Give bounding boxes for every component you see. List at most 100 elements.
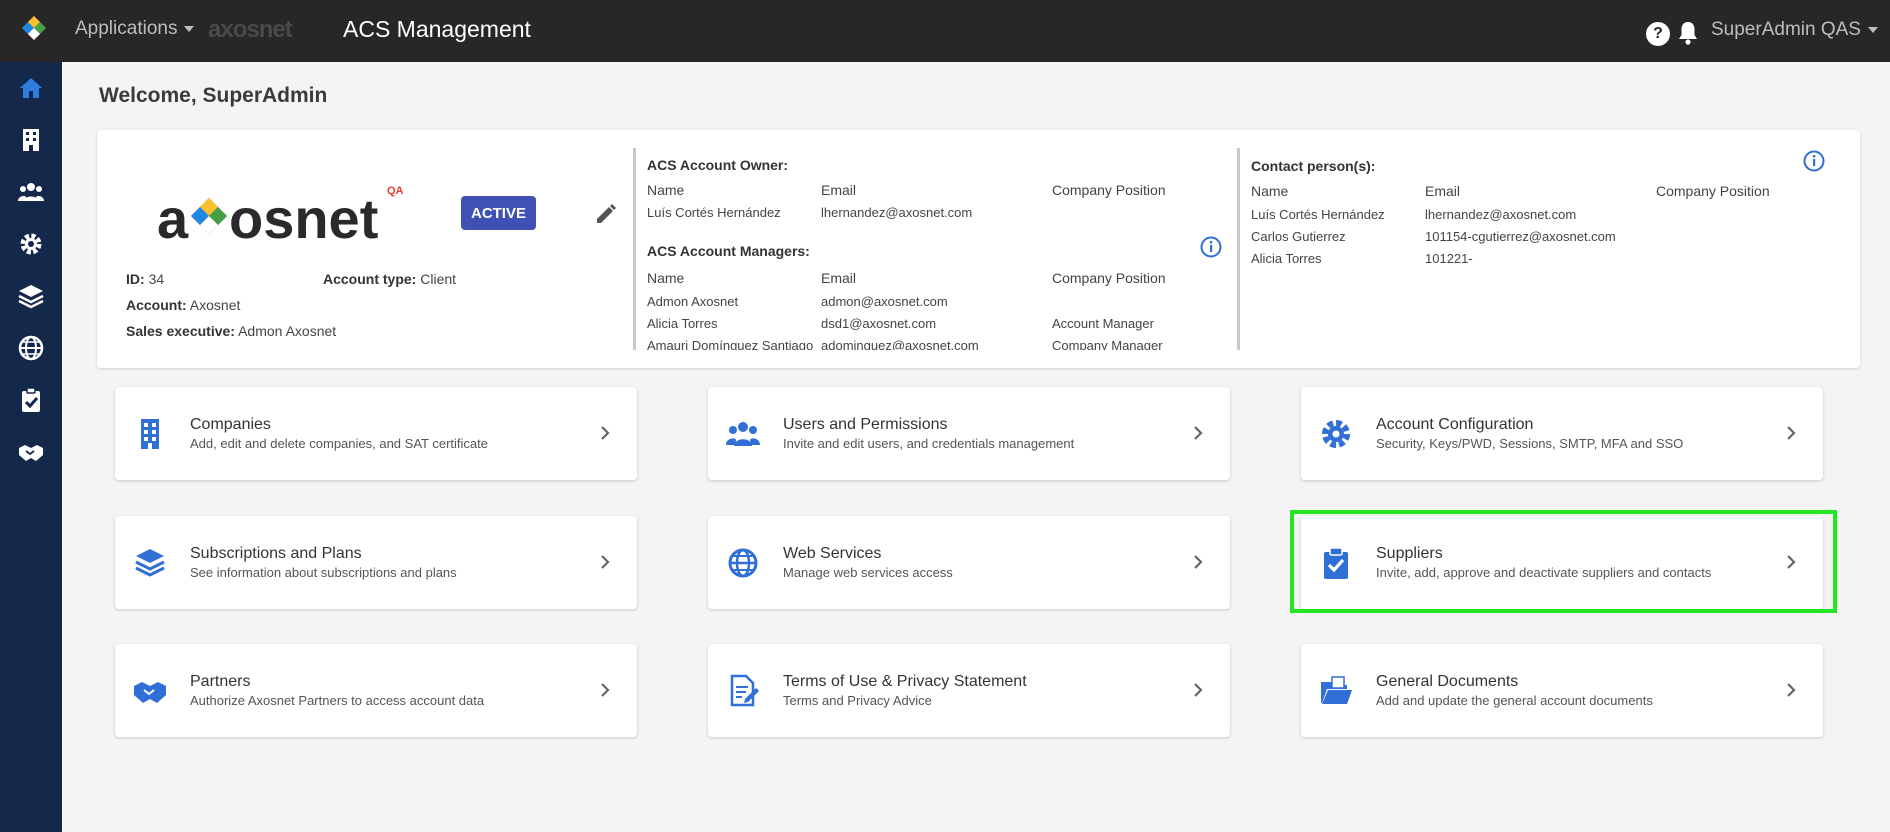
users-icon: [18, 183, 44, 201]
account-id-field: ID: 34: [126, 271, 164, 287]
tile-title: Companies: [190, 416, 271, 433]
tile-title: Web Services: [783, 545, 882, 562]
clipboard-check-icon: [1324, 547, 1348, 579]
tile-suppliers[interactable]: Suppliers Invite, add, approve and deact…: [1301, 516, 1823, 609]
gear-icon: [20, 233, 42, 255]
folder-open-icon: [1321, 676, 1352, 704]
tile-subtitle: Authorize Axosnet Partners to access acc…: [190, 693, 485, 708]
chevron-right-icon: [1787, 426, 1796, 440]
sidebar-item-suppliers[interactable]: [0, 374, 62, 426]
tile-title: Account Configuration: [1376, 416, 1534, 433]
status-badge: ACTIVE: [461, 196, 536, 230]
tile-title: General Documents: [1376, 673, 1519, 690]
tile-general-documents[interactable]: General Documents Add and update the gen…: [1301, 644, 1823, 737]
managers-section-title: ACS Account Managers:: [647, 243, 810, 259]
chevron-right-icon: [1787, 683, 1796, 697]
sidebar-item-subscriptions[interactable]: [0, 270, 62, 322]
tile-users-permissions[interactable]: Users and Permissions Invite and edit us…: [708, 387, 1230, 480]
owner-col-name: Name: [647, 182, 685, 198]
top-bar: Applications axosnet ACS Management ? Su…: [0, 0, 1890, 62]
info-icon[interactable]: [1803, 150, 1825, 172]
chevron-right-icon: [601, 683, 610, 697]
contact-name: Luís Cortés Hernández: [1251, 207, 1385, 222]
sidebar-item-users[interactable]: [0, 166, 62, 218]
user-menu[interactable]: SuperAdmin QAS: [1711, 19, 1878, 41]
contacts-section-title: Contact person(s):: [1251, 158, 1376, 174]
account-name-value: Axosnet: [189, 297, 241, 313]
globe-icon: [18, 335, 44, 361]
handshake-icon: [134, 682, 166, 703]
sidebar-item-settings[interactable]: [0, 218, 62, 270]
tile-companies[interactable]: Companies Add, edit and delete companies…: [115, 387, 637, 480]
edit-pencil-icon[interactable]: [594, 202, 618, 226]
sales-executive-field: Sales executive: Admon Axosnet: [126, 323, 336, 339]
sidebar: [0, 62, 62, 832]
tile-subtitle: Invite and edit users, and credentials m…: [783, 436, 1075, 451]
chevron-right-icon: [601, 426, 610, 440]
chevron-right-icon: [601, 555, 610, 569]
help-icon[interactable]: ?: [1646, 22, 1670, 46]
owner-section-title: ACS Account Owner:: [647, 157, 789, 173]
account-logo: a osnet QA: [157, 185, 404, 250]
tile-subscriptions-plans[interactable]: Subscriptions and Plans See information …: [115, 516, 637, 609]
chevron-right-icon: [1194, 555, 1203, 569]
contact-name: Alicia Torres: [1251, 251, 1322, 266]
tile-title: Partners: [190, 673, 251, 690]
applications-menu[interactable]: Applications: [75, 18, 195, 40]
home-icon: [20, 78, 42, 98]
sidebar-item-partners[interactable]: [0, 426, 62, 478]
building-icon: [23, 129, 39, 151]
account-name-field: Account: Axosnet: [126, 297, 240, 313]
brand-logo: axosnet: [208, 16, 293, 43]
manager-email: adominguez@axosnet.com: [821, 338, 979, 350]
tile-subtitle: Add, edit and delete companies, and SAT …: [190, 436, 488, 451]
sidebar-item-web-services[interactable]: [0, 322, 62, 374]
manager-name: Alicia Torres: [647, 316, 718, 331]
divider: [633, 148, 636, 350]
tile-subtitle: Manage web services access: [783, 565, 953, 580]
divider: [1237, 148, 1240, 350]
app-logo-icon[interactable]: [18, 14, 50, 46]
contact-email: lhernandez@axosnet.com: [1425, 207, 1577, 222]
chevron-right-icon: [1787, 555, 1796, 569]
tile-web-services[interactable]: Web Services Manage web services access: [708, 516, 1230, 609]
tile-terms-privacy[interactable]: Terms of Use & Privacy Statement Terms a…: [708, 644, 1230, 737]
contact-name: Carlos Gutierrez: [1251, 229, 1346, 244]
tile-account-configuration[interactable]: Account Configuration Security, Keys/PWD…: [1301, 387, 1823, 480]
sidebar-item-companies[interactable]: [0, 114, 62, 166]
chevron-right-icon: [1194, 683, 1203, 697]
contacts-col-name: Name: [1251, 183, 1289, 199]
account-type-value: Client: [420, 271, 457, 287]
chevron-down-icon: [184, 26, 195, 32]
chevron-right-icon: [1194, 426, 1203, 440]
contacts-col-email: Email: [1425, 183, 1461, 199]
manager-name: Amauri Domínguez Santiago: [647, 338, 814, 350]
sales-executive-value: Admon Axosnet: [238, 323, 337, 339]
info-icon[interactable]: [1200, 236, 1222, 258]
notification-bell-icon[interactable]: [1676, 20, 1700, 46]
tile-title: Suppliers: [1376, 545, 1443, 562]
applications-label: Applications: [75, 18, 178, 39]
account-id-value: 34: [148, 271, 165, 287]
owner-col-position: Company Position: [1052, 182, 1166, 198]
page-title: Welcome, SuperAdmin: [99, 84, 328, 107]
account-summary-card: a osnet QA ACTIVE ID: 34 Account type: C…: [97, 130, 1860, 368]
app-title: ACS Management: [343, 16, 531, 42]
contact-email: 101154-cgutierrez@axosnet.com: [1425, 229, 1616, 244]
building-icon: [141, 419, 159, 449]
users-icon: [726, 422, 760, 446]
owner-email: lhernandez@axosnet.com: [821, 205, 973, 220]
document-edit-icon: [730, 674, 759, 707]
tile-subtitle: Terms and Privacy Advice: [783, 693, 932, 708]
account-type-label: Account type:: [323, 271, 417, 287]
manager-position: Company Manager: [1052, 338, 1163, 350]
account-type-field: Account type: Client: [323, 271, 456, 287]
tile-subtitle: Security, Keys/PWD, Sessions, SMTP, MFA …: [1376, 436, 1684, 451]
chevron-down-icon: [1867, 27, 1878, 33]
tile-partners[interactable]: Partners Authorize Axosnet Partners to a…: [115, 644, 637, 737]
svg-text:osnet: osnet: [229, 187, 378, 250]
manager-position: Account Manager: [1052, 316, 1154, 331]
logo-tag: QA: [387, 185, 404, 197]
managers-col-email: Email: [821, 270, 857, 286]
sidebar-item-home[interactable]: [0, 62, 62, 114]
